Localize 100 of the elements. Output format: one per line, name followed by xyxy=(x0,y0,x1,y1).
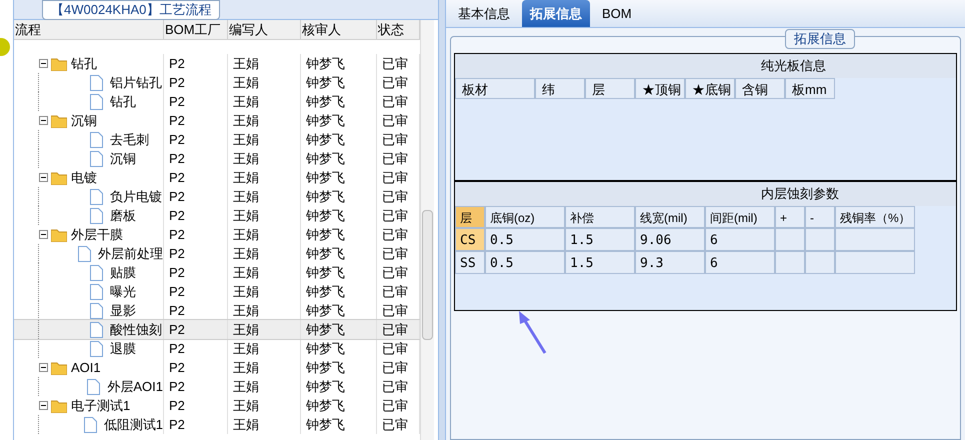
row-header[interactable]: SS xyxy=(455,251,485,274)
file-icon xyxy=(84,416,97,432)
column-header: 补偿 xyxy=(565,206,635,228)
tree-row[interactable]: 钻孔 P2 王娟 钟梦飞 已审 xyxy=(14,92,420,111)
folder-icon xyxy=(51,360,67,374)
table-cell: 钟梦飞 xyxy=(301,282,377,301)
tree-row[interactable]: 磨板 P2 王娟 钟梦飞 已审 xyxy=(14,206,420,225)
tree-row[interactable]: 外层前处理 P2 王娟 钟梦飞 已审 xyxy=(14,244,420,263)
folder-icon xyxy=(51,56,67,70)
column-header[interactable]: 编写人 xyxy=(228,20,301,39)
table-cell: 王娟 xyxy=(228,244,301,263)
tree-label: 酸性蚀刻 xyxy=(110,321,162,339)
table-cell: P2 xyxy=(164,111,228,130)
table-cell: P2 xyxy=(164,206,228,225)
expander-icon[interactable] xyxy=(39,116,48,125)
column-header[interactable]: BOM工厂 xyxy=(164,20,228,39)
tree-label: 贴膜 xyxy=(110,264,136,282)
table-cell: P2 xyxy=(164,73,228,92)
tree-row[interactable]: 曝光 P2 王娟 钟梦飞 已审 xyxy=(14,282,420,301)
file-icon xyxy=(90,264,103,280)
tree-row[interactable]: 贴膜 P2 王娟 钟梦飞 已审 xyxy=(14,263,420,282)
column-header: ★顶铜 xyxy=(635,78,685,99)
table-cell: P2 xyxy=(164,244,228,263)
tree-row[interactable]: 负片电镀 P2 王娟 钟梦飞 已审 xyxy=(14,187,420,206)
table-cell: 钟梦飞 xyxy=(301,263,377,282)
table-cell: 王娟 xyxy=(228,339,301,358)
table-cell: 王娟 xyxy=(228,111,301,130)
tab[interactable]: 基本信息 xyxy=(450,0,518,27)
table-cell: 王娟 xyxy=(228,358,301,377)
file-icon xyxy=(90,284,103,300)
table-cell: 王娟 xyxy=(228,206,301,225)
table-cell: 王娟 xyxy=(228,54,301,73)
folder-icon xyxy=(51,228,67,242)
folder-icon xyxy=(51,114,67,128)
column-header[interactable]: 流程 xyxy=(14,20,164,39)
row-header[interactable]: CS xyxy=(455,228,485,251)
column-header[interactable]: 核审人 xyxy=(301,20,377,39)
column-header: 板材 xyxy=(455,78,535,99)
tree-row[interactable]: 低阻测试1 P2 王娟 钟梦飞 已审 xyxy=(14,415,420,434)
tree-row[interactable]: AOI1 P2 王娟 钟梦飞 已审 xyxy=(14,358,420,377)
table-cell: 钟梦飞 xyxy=(301,377,377,396)
table-cell: P2 xyxy=(164,54,228,73)
table-cell: 王娟 xyxy=(228,320,301,339)
tree-label: 钻孔 xyxy=(71,55,97,73)
tab[interactable]: BOM xyxy=(594,0,640,27)
file-icon xyxy=(90,340,103,356)
expander-icon[interactable] xyxy=(39,59,48,68)
tree-row[interactable]: 酸性蚀刻 P2 王娟 钟梦飞 已审 xyxy=(14,320,420,339)
tree-row[interactable]: 退膜 P2 王娟 钟梦飞 已审 xyxy=(14,339,420,358)
table-cell: P2 xyxy=(164,358,228,377)
table-cell: 1.5 xyxy=(565,228,635,251)
tree-row[interactable]: 去毛刺 P2 王娟 钟梦飞 已审 xyxy=(14,130,420,149)
tree-row[interactable]: 沉铜 P2 王娟 钟梦飞 已审 xyxy=(14,149,420,168)
tree-label: 沉铜 xyxy=(110,150,136,168)
table-cell: 9.3 xyxy=(635,251,705,274)
file-icon xyxy=(90,94,103,110)
tree-label: 钻孔 xyxy=(110,93,136,111)
file-icon xyxy=(78,246,91,262)
tree-row[interactable]: 外层干膜 P2 王娟 钟梦飞 已审 xyxy=(14,225,420,244)
column-header: - xyxy=(805,206,835,228)
column-header: 底铜(oz) xyxy=(485,206,565,228)
file-icon xyxy=(90,74,103,90)
folder-icon xyxy=(51,170,67,184)
file-icon xyxy=(90,188,103,204)
table-cell: 钟梦飞 xyxy=(301,168,377,187)
file-icon xyxy=(90,322,103,338)
tree-row[interactable]: 钻孔 P2 王娟 钟梦飞 已审 xyxy=(14,54,420,73)
expander-icon[interactable] xyxy=(39,173,48,182)
table-cell: 钟梦飞 xyxy=(301,415,377,434)
table-cell: P2 xyxy=(164,225,228,244)
group-title: 拓展信息 xyxy=(785,29,855,49)
tree-row[interactable]: 沉铜 P2 王娟 钟梦飞 已审 xyxy=(14,111,420,130)
table-cell: P2 xyxy=(164,377,228,396)
column-header: 纬 xyxy=(535,78,585,99)
table-cell: 0.5 xyxy=(485,251,565,274)
arrow xyxy=(517,310,547,355)
expander-icon[interactable] xyxy=(39,401,48,410)
table-cell: 9.06 xyxy=(635,228,705,251)
table-cell: 0.5 xyxy=(485,228,565,251)
expander-icon[interactable] xyxy=(39,363,48,372)
tree-label: 电镀 xyxy=(71,169,97,187)
tree-label: 负片电镀 xyxy=(110,188,162,206)
table-cell: 钟梦飞 xyxy=(301,320,377,339)
tree-row[interactable]: 铝片钻孔 P2 王娟 钟梦飞 已审 xyxy=(14,73,420,92)
table-cell: P2 xyxy=(164,187,228,206)
tab[interactable]: 拓展信息 xyxy=(522,0,590,27)
table-cell: 王娟 xyxy=(228,225,301,244)
file-icon xyxy=(90,208,103,224)
tree-row[interactable]: 电子测试1 P2 王娟 钟梦飞 已审 xyxy=(14,396,420,415)
tree-row[interactable]: 电镀 P2 王娟 钟梦飞 已审 xyxy=(14,168,420,187)
table-cell: 王娟 xyxy=(228,263,301,282)
tree-label: 外层前处理 xyxy=(98,245,163,263)
expander-icon[interactable] xyxy=(39,230,48,239)
column-header: 线宽(mil) xyxy=(635,206,705,228)
file-icon xyxy=(87,378,100,394)
file-icon xyxy=(90,302,103,318)
table-cell: 王娟 xyxy=(228,377,301,396)
tree-row[interactable]: 外层AOI1 P2 王娟 钟梦飞 已审 xyxy=(14,377,420,396)
table-cell: P2 xyxy=(164,339,228,358)
tree-label: 电子测试1 xyxy=(71,397,130,415)
